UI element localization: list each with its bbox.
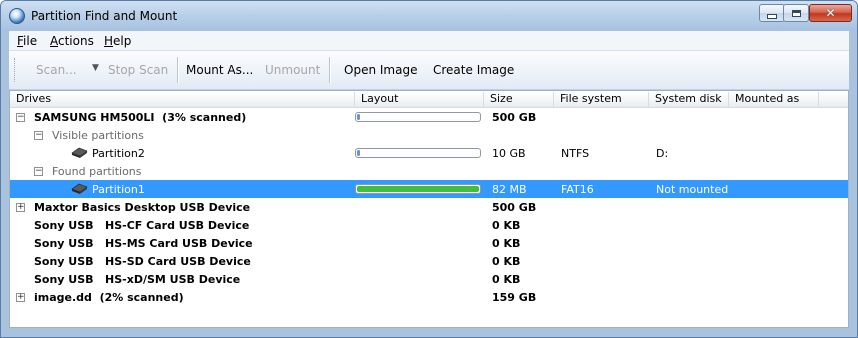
column-header-layout[interactable]: Layout [355, 92, 484, 107]
layout-bar [355, 184, 481, 194]
layout-bar [355, 112, 481, 122]
drive-row[interactable]: Sony USB HS-MS Card USB Device 0 KB [10, 234, 848, 252]
toolbar: Scan... ▼ Stop Scan Mount As... Unmount … [9, 51, 849, 90]
row-size: 0 KB [492, 237, 521, 250]
row-size: 0 KB [492, 255, 521, 268]
hard-disk-icon [71, 147, 88, 158]
menu-help-accel: H [104, 34, 114, 48]
menu-actions-accel: A [50, 34, 58, 48]
menu-actions-rest: ctions [58, 34, 94, 48]
collapse-icon[interactable]: − [34, 167, 43, 176]
mount-as-button[interactable]: Mount As... [186, 63, 253, 77]
row-system-disk: Not mounted [656, 183, 729, 196]
collapse-icon[interactable]: − [16, 113, 25, 122]
row-file-system: NTFS [561, 147, 590, 160]
expand-icon[interactable]: + [16, 293, 25, 302]
menu-file-rest: ile [23, 34, 38, 48]
column-header-system-disk[interactable]: System disk [649, 92, 729, 107]
drive-row[interactable]: − SAMSUNG HM500LI (3% scanned) 500 GB [10, 108, 848, 126]
row-name: Partition1 [92, 183, 145, 196]
row-name: Maxtor Basics Desktop USB Device [34, 201, 251, 214]
row-name: Sony USB HS-MS Card USB Device [34, 237, 253, 250]
row-size: 500 GB [492, 111, 537, 124]
collapse-icon[interactable]: − [34, 131, 43, 140]
menu-bar: File Actions Help [9, 31, 849, 51]
create-image-button[interactable]: Create Image [433, 63, 514, 77]
row-name: Sony USB HS-xD/SM USB Device [34, 273, 241, 286]
row-size: 82 MB [492, 183, 527, 196]
toolbar-separator [329, 57, 331, 83]
row-name: Visible partitions [52, 129, 144, 142]
column-header-file-system[interactable]: File system [554, 92, 649, 107]
window-title: Partition Find and Mount [31, 9, 178, 23]
drives-grid: Drives Layout Size File system System di… [9, 90, 849, 328]
stop-scan-button[interactable]: Stop Scan [108, 63, 168, 77]
close-button[interactable]: ✕ [809, 4, 852, 22]
partition-row[interactable]: Partition2 10 GB NTFS D: [10, 144, 848, 162]
drive-row[interactable]: + Maxtor Basics Desktop USB Device 500 GB [10, 198, 848, 216]
drive-row[interactable]: Sony USB HS-xD/SM USB Device 0 KB [10, 270, 848, 288]
minimize-icon [767, 13, 777, 19]
row-name: image.dd (2% scanned) [34, 291, 184, 304]
layout-bar-fill [357, 114, 360, 120]
title-bar[interactable]: Partition Find and Mount ✕ [1, 1, 857, 31]
maximize-button[interactable] [783, 4, 809, 22]
group-row[interactable]: − Found partitions [10, 162, 848, 180]
open-image-button[interactable]: Open Image [344, 63, 417, 77]
layout-bar-fill [357, 150, 360, 156]
menu-help-rest: elp [113, 34, 132, 48]
drive-row[interactable]: Sony USB HS-CF Card USB Device 0 KB [10, 216, 848, 234]
column-header-mounted-as[interactable]: Mounted as [729, 92, 819, 107]
column-header-size[interactable]: Size [484, 92, 554, 107]
app-logo-icon [9, 8, 25, 24]
hard-disk-icon [71, 183, 88, 194]
row-size: 0 KB [492, 273, 521, 286]
column-header-drives[interactable]: Drives [10, 92, 355, 107]
toolbar-separator [177, 57, 179, 83]
row-file-system: FAT16 [561, 183, 594, 196]
row-size: 10 GB [492, 147, 526, 160]
menu-help[interactable]: Help [104, 34, 131, 48]
menu-actions[interactable]: Actions [50, 34, 94, 48]
row-size: 0 KB [492, 219, 521, 232]
unmount-button[interactable]: Unmount [265, 63, 320, 77]
expand-icon[interactable]: + [16, 203, 25, 212]
maximize-icon [791, 9, 801, 17]
menu-file[interactable]: File [17, 34, 37, 48]
row-name: Found partitions [52, 165, 142, 178]
scan-button[interactable]: Scan... [36, 63, 77, 77]
grid-header: Drives Layout Size File system System di… [10, 91, 848, 108]
scan-dropdown-icon[interactable]: ▼ [92, 63, 99, 73]
layout-bar-fill [357, 186, 479, 192]
layout-bar [355, 148, 481, 158]
minimize-button[interactable] [759, 4, 785, 22]
row-name: Sony USB HS-SD Card USB Device [34, 255, 251, 268]
partition-row[interactable]: Partition1 82 MB FAT16 Not mounted [10, 180, 848, 198]
toolbar-grip[interactable] [14, 58, 17, 82]
close-icon: ✕ [825, 6, 836, 20]
drive-row[interactable]: Sony USB HS-SD Card USB Device 0 KB [10, 252, 848, 270]
row-name: Partition2 [92, 147, 145, 160]
row-size: 159 GB [492, 291, 537, 304]
group-row[interactable]: − Visible partitions [10, 126, 848, 144]
row-system-disk: D: [656, 147, 669, 160]
row-name: Sony USB HS-CF Card USB Device [34, 219, 250, 232]
row-size: 500 GB [492, 201, 537, 214]
app-window: Partition Find and Mount ✕ File Actions … [0, 0, 858, 338]
drive-row[interactable]: + image.dd (2% scanned) 159 GB [10, 288, 848, 306]
row-name: SAMSUNG HM500LI (3% scanned) [34, 111, 247, 124]
